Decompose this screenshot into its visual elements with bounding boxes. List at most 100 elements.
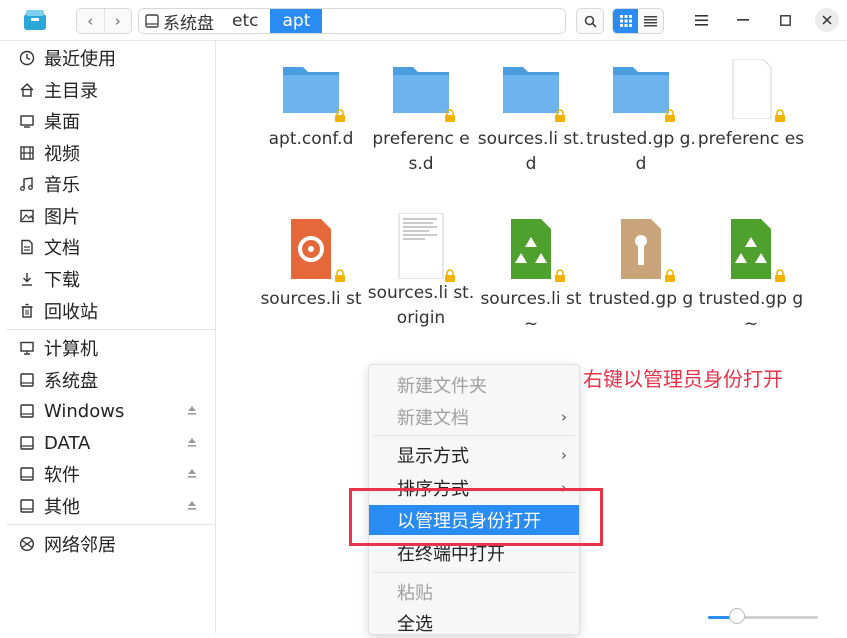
sidebar-item-downloads[interactable]: 下载: [0, 264, 215, 294]
file-item[interactable]: sources.li st.origin: [366, 212, 476, 331]
zoom-slider-handle[interactable]: [729, 608, 745, 624]
navigation-group: ‹ ›: [76, 8, 132, 34]
file-item[interactable]: apt.conf.d: [256, 59, 366, 152]
search-button[interactable]: [576, 8, 604, 34]
lock-icon: [555, 269, 565, 282]
sidebar-item-desktop[interactable]: 桌面: [0, 106, 215, 136]
maximize-icon: [779, 14, 791, 26]
computer-icon: [18, 339, 36, 357]
sidebar-item-windows[interactable]: Windows: [0, 396, 215, 426]
eject-icon[interactable]: [187, 499, 197, 511]
network-icon: [18, 535, 36, 553]
close-button[interactable]: [815, 8, 839, 32]
sidebar-item-computer[interactable]: 计算机: [0, 333, 215, 363]
menu-divider: [373, 572, 575, 573]
clock-icon: [18, 49, 36, 67]
icon-view-button[interactable]: [613, 9, 638, 33]
home-icon: [18, 81, 36, 99]
drive-icon: [18, 402, 36, 420]
icon-view-icon: [619, 15, 632, 27]
file-name: trusted.gp g.d: [586, 129, 696, 174]
sidebar-item-other[interactable]: 其他: [0, 491, 215, 521]
music-icon: [18, 175, 36, 193]
menu-item-new-document[interactable]: 新建文档 ›: [369, 402, 579, 432]
breadcrumb-item-disk[interactable]: 系统盘: [139, 9, 220, 33]
sidebar: 最近使用 主目录 桌面 视频 音乐 图片 文档 下载 回收站 计算机 系统盘 W…: [0, 41, 216, 633]
minimize-button[interactable]: [731, 8, 755, 32]
highlight-frame: [349, 488, 603, 546]
eject-icon[interactable]: [187, 404, 197, 416]
sidebar-item-label: 桌面: [44, 112, 80, 133]
sidebar-item-trash[interactable]: 回收站: [0, 296, 215, 326]
menu-item-label: 新建文档: [397, 408, 469, 429]
file-item[interactable]: preferenc es.d: [366, 59, 476, 177]
file-name: sources.li st.origin: [367, 283, 475, 328]
file-item[interactable]: preferenc es: [696, 58, 806, 152]
chevron-right-icon: ›: [561, 408, 567, 426]
lock-icon: [775, 109, 785, 122]
sidebar-item-label: 回收站: [44, 302, 98, 323]
lock-icon: [335, 109, 345, 122]
download-icon: [18, 270, 36, 288]
sidebar-item-label: 音乐: [44, 175, 80, 196]
sidebar-item-label: 视频: [44, 144, 80, 165]
file-item[interactable]: sources.li st: [256, 219, 366, 312]
sidebar-divider: [6, 524, 215, 525]
menu-divider: [373, 435, 575, 436]
sidebar-item-label: 图片: [44, 207, 80, 228]
file-manager-icon[interactable]: [22, 8, 48, 32]
eject-icon[interactable]: [187, 436, 197, 448]
sidebar-item-home[interactable]: 主目录: [0, 75, 215, 105]
sidebar-item-label: Windows: [44, 400, 125, 422]
lock-icon: [775, 269, 785, 282]
file-item[interactable]: trusted.gp g: [586, 219, 696, 312]
video-icon: [18, 144, 36, 162]
file-item[interactable]: trusted.gp g.d: [586, 59, 696, 177]
trash-icon: [18, 302, 36, 320]
sidebar-item-documents[interactable]: 文档: [0, 232, 215, 262]
breadcrumb-item-etc[interactable]: etc: [220, 9, 270, 33]
chevron-left-icon: ‹: [87, 12, 94, 30]
sidebar-item-music[interactable]: 音乐: [0, 169, 215, 199]
list-view-button[interactable]: [638, 9, 663, 33]
folder-icon: [499, 59, 565, 122]
breadcrumb-item-apt[interactable]: apt: [270, 9, 323, 33]
menu-item-paste[interactable]: 粘贴: [369, 577, 579, 607]
file-name: sources.li st: [260, 289, 362, 309]
sidebar-item-recent[interactable]: 最近使用: [0, 43, 215, 73]
sidebar-item-pictures[interactable]: 图片: [0, 201, 215, 231]
sidebar-divider: [6, 329, 215, 330]
menu-item-select-all[interactable]: 全选: [369, 608, 579, 638]
zoom-slider[interactable]: [708, 616, 818, 619]
file-item[interactable]: trusted.gp g~: [696, 219, 806, 337]
sidebar-item-label: 下载: [44, 270, 80, 291]
chevron-right-icon: ›: [561, 446, 567, 464]
forward-button[interactable]: ›: [103, 9, 132, 33]
main-menu-button[interactable]: [689, 8, 713, 32]
close-icon: [822, 15, 832, 25]
lock-icon: [335, 269, 345, 282]
sidebar-item-video[interactable]: 视频: [0, 138, 215, 168]
file-name: apt.conf.d: [268, 129, 354, 149]
file-item[interactable]: sources.li st.d: [476, 59, 586, 177]
eject-icon[interactable]: [187, 467, 197, 479]
file-item[interactable]: sources.li st~: [476, 219, 586, 337]
maximize-button[interactable]: [773, 8, 797, 32]
title-bar: ‹ › 系统盘 etc apt: [0, 0, 847, 41]
sidebar-item-software[interactable]: 软件: [0, 459, 215, 489]
menu-item-display-mode[interactable]: 显示方式 ›: [369, 440, 579, 470]
drive-icon: [18, 497, 36, 515]
back-button[interactable]: ‹: [77, 9, 104, 33]
folder-icon: [389, 59, 455, 122]
sidebar-item-data[interactable]: DATA: [0, 428, 215, 458]
sidebar-item-network[interactable]: 网络邻居: [0, 529, 215, 559]
menu-item-new-folder[interactable]: 新建文件夹: [369, 370, 579, 400]
chevron-right-icon: ›: [114, 12, 121, 30]
search-icon: [584, 15, 597, 28]
sidebar-item-system-disk[interactable]: 系统盘: [0, 365, 215, 395]
drive-icon: [145, 14, 159, 28]
recycle-file-icon: [499, 219, 565, 282]
lock-icon: [665, 109, 675, 122]
lock-icon: [445, 269, 455, 282]
file-name: trusted.gp g: [588, 289, 694, 309]
